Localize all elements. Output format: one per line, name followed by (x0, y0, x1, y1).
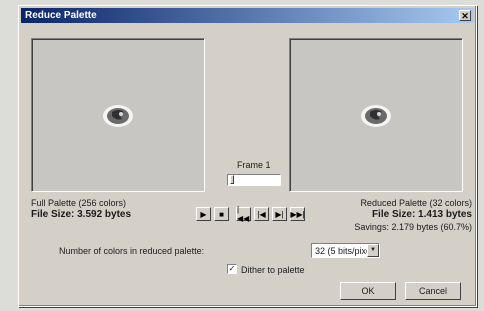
first-frame-button[interactable]: |◀◀ (236, 205, 251, 223)
full-palette-preview (31, 38, 205, 192)
stop-button[interactable]: ■ (214, 207, 229, 221)
full-palette-label: Full Palette (256 colors) (31, 198, 127, 208)
frame-label: Frame 1 (237, 160, 271, 170)
reduced-file-size: File Size: 1.413 bytes (371, 209, 472, 220)
ok-button[interactable]: OK (340, 282, 396, 300)
sprite-image (103, 105, 133, 127)
slider-thumb[interactable] (230, 175, 234, 184)
colors-count-label: Number of colors in reduced palette: (59, 246, 205, 256)
sprite-image (361, 105, 391, 127)
reduced-palette-preview (289, 38, 463, 192)
cancel-button[interactable]: Cancel (405, 282, 461, 300)
play-button[interactable]: ▶ (196, 207, 211, 221)
dither-label: Dither to palette (241, 265, 305, 275)
colors-count-select[interactable]: 32 (5 bits/pixel) ▼ (311, 243, 380, 258)
dither-checkbox[interactable]: ✓ (227, 264, 237, 274)
previous-frame-button[interactable]: |◀ (254, 207, 269, 221)
savings-label: Savings: 2.179 bytes (60.7%) (354, 222, 472, 232)
dialog-title: Reduce Palette (25, 10, 97, 21)
chevron-down-icon[interactable]: ▼ (367, 244, 379, 257)
title-bar: Reduce Palette ✕ (21, 8, 474, 23)
close-button[interactable]: ✕ (459, 10, 471, 21)
reduce-palette-dialog: Reduce Palette ✕ Frame 1 Full Palette (2… (18, 5, 477, 307)
playback-controls: ▶ ■ |◀◀ |◀ ▶| ▶▶| (196, 205, 305, 223)
frame-slider[interactable] (227, 174, 281, 186)
last-frame-button[interactable]: ▶▶| (290, 207, 305, 221)
reduced-palette-label: Reduced Palette (32 colors) (360, 198, 472, 208)
next-frame-button[interactable]: ▶| (272, 207, 287, 221)
full-file-size: File Size: 3.592 bytes (31, 209, 132, 220)
